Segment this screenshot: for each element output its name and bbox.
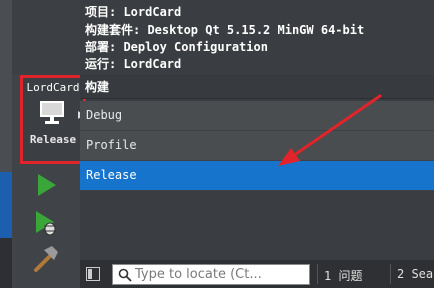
status-bar: 1 问题 2 Sear xyxy=(80,260,434,288)
info-run: 运行: LordCard xyxy=(85,57,182,71)
monitor-icon xyxy=(40,101,64,124)
status-separator xyxy=(317,264,318,284)
info-kit: 构建套件: Desktop Qt 5.15.2 MinGW 64-bit xyxy=(85,23,365,37)
left-edge-strip xyxy=(0,0,12,288)
build-option-release[interactable]: Release xyxy=(80,161,434,191)
left-edge-blue xyxy=(0,172,12,238)
build-option-label: Debug xyxy=(86,108,123,122)
run-icon[interactable] xyxy=(30,170,60,200)
search-results-tab[interactable]: 2 Sear xyxy=(397,267,434,281)
target-build-label: Release xyxy=(29,133,77,146)
build-menu-title: 构建 xyxy=(80,75,434,99)
build-option-label: Profile xyxy=(86,138,137,152)
kit-target-selector[interactable]: LordCard Release xyxy=(20,75,86,164)
status-separator xyxy=(390,264,391,284)
mode-sidebar: LordCard Release xyxy=(12,0,86,288)
locator-input[interactable] xyxy=(135,266,305,283)
build-option-label: Release xyxy=(86,168,137,182)
sidebar-toggle-icon[interactable] xyxy=(86,267,100,281)
debug-run-icon[interactable] xyxy=(30,207,60,237)
build-menu-title-label: 构建 xyxy=(85,80,110,94)
hammer-icon[interactable] xyxy=(30,244,60,274)
menu-background xyxy=(80,194,434,260)
left-edge-dark xyxy=(0,238,12,288)
target-info-panel: 项目: LordCard 构建套件: Desktop Qt 5.15.2 Min… xyxy=(80,0,434,75)
info-deploy: 部署: Deploy Configuration xyxy=(85,40,268,54)
search-icon xyxy=(118,268,132,282)
build-option-debug[interactable]: Debug xyxy=(80,101,434,131)
build-option-profile[interactable]: Profile xyxy=(80,131,434,161)
target-project-label: LordCard xyxy=(26,81,80,94)
locator-box[interactable] xyxy=(112,264,310,285)
info-project: 项目: LordCard xyxy=(85,5,182,19)
sidebar-top xyxy=(12,0,80,75)
issues-tab[interactable]: 1 问题 xyxy=(324,267,362,284)
